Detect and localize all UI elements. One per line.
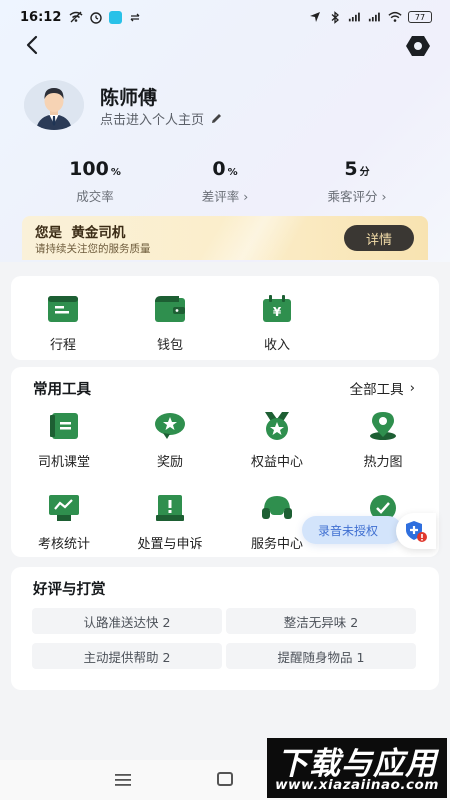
- recording-unauthorized-pill[interactable]: 录音未授权: [302, 516, 402, 544]
- watermark-url: www.xiazaiinao.com: [275, 777, 439, 793]
- details-button[interactable]: 详情: [344, 225, 414, 251]
- chevron-right-icon: ›: [243, 189, 249, 204]
- quick-action-label: 收入: [263, 338, 290, 353]
- location-icon: [308, 11, 322, 23]
- tools-title: 常用工具: [33, 382, 91, 398]
- appeal-icon: [153, 493, 187, 523]
- status-bar: 16:12 77: [0, 0, 450, 34]
- review-tag: 整洁无异味 2: [226, 608, 416, 634]
- chevron-left-icon: [26, 35, 38, 55]
- wallet-icon: [153, 294, 187, 324]
- stat-value: 5: [344, 158, 358, 180]
- chevron-right-icon: ›: [409, 380, 415, 396]
- stat-label: 成交率: [76, 189, 114, 204]
- stat-passenger-rating[interactable]: 5分 乘客评分 ›: [282, 158, 432, 205]
- all-tools-label: 全部工具: [349, 382, 404, 398]
- benefits-icon: [260, 411, 294, 441]
- stat-value: 100: [69, 158, 109, 180]
- tool-heatmap[interactable]: 热力图: [333, 411, 433, 470]
- bluetooth-icon: [328, 10, 342, 24]
- tool-label: 处置与申诉: [137, 537, 203, 552]
- stat-unit: %: [227, 167, 238, 178]
- gold-driver-banner: 您是 黄金司机 请持续关注您的服务质量 详情: [22, 216, 428, 260]
- stat-label: 差评率: [201, 189, 240, 204]
- quick-action-trip[interactable]: 行程: [13, 294, 113, 353]
- driver-avatar-icon: [24, 80, 84, 130]
- stat-unit: 分: [359, 167, 370, 178]
- battery-level: 77: [414, 12, 426, 22]
- reward-icon: [153, 411, 187, 441]
- driver-name: 陈师傅: [100, 87, 158, 109]
- gold-banner-title: 您是 黄金司机: [35, 225, 126, 241]
- review-tag: 主动提供帮助 2: [32, 643, 222, 669]
- tool-label: 热力图: [363, 455, 403, 470]
- stat-bad-review-rate[interactable]: 0% 差评率 ›: [150, 158, 300, 205]
- app-notification-icon: [109, 10, 123, 24]
- quick-actions-card: 行程 钱包 ¥ 收入: [11, 276, 439, 360]
- signal-icon-1: [348, 11, 362, 23]
- tool-reward[interactable]: 奖励: [120, 411, 220, 470]
- gear-icon: [406, 36, 430, 56]
- reviews-title: 好评与打赏: [33, 582, 106, 598]
- stat-completion-rate: 100% 成交率: [20, 158, 170, 205]
- review-tag: 认路准送达快 2: [32, 608, 222, 634]
- menu-icon: [115, 774, 131, 786]
- heatmap-icon: [366, 411, 400, 441]
- quick-action-label: 行程: [49, 338, 76, 353]
- settings-button[interactable]: [404, 33, 432, 59]
- wifi-off-icon: [69, 11, 83, 23]
- tool-appeal[interactable]: 处置与申诉: [120, 493, 220, 552]
- stats-row: 100% 成交率 0% 差评率 › 5分 乘客评分 ›: [0, 158, 450, 206]
- tool-assessment-stats[interactable]: 考核统计: [14, 493, 114, 552]
- stat-value: 0: [212, 158, 226, 180]
- stat-unit: %: [110, 167, 121, 178]
- profile-link[interactable]: 点击进入个人主页: [100, 109, 223, 128]
- edit-pencil-icon: [212, 114, 222, 123]
- wifi-icon: [388, 11, 402, 23]
- back-button[interactable]: [20, 33, 44, 57]
- home-button[interactable]: [217, 772, 233, 786]
- svg-text:¥: ¥: [273, 305, 282, 319]
- tool-label: 司机课堂: [37, 455, 90, 470]
- trip-icon: [46, 294, 80, 324]
- signal-icon-2: [368, 11, 382, 23]
- safety-shield-button[interactable]: [396, 513, 436, 549]
- profile-link-text: 点击进入个人主页: [100, 113, 205, 128]
- quick-action-wallet[interactable]: 钱包: [120, 294, 220, 353]
- avatar[interactable]: [24, 80, 84, 130]
- tool-label: 考核统计: [37, 537, 90, 552]
- quick-action-income[interactable]: ¥ 收入: [227, 294, 327, 353]
- recording-label: 录音未授权: [318, 523, 379, 538]
- income-icon: ¥: [260, 294, 294, 324]
- review-tag: 提醒随身物品 1: [226, 643, 416, 669]
- chevron-right-icon: ›: [381, 189, 387, 204]
- tool-benefits-center[interactable]: 权益中心: [227, 411, 327, 470]
- gold-banner-subtitle: 请持续关注您的服务质量: [35, 243, 151, 255]
- status-time: 16:12: [20, 9, 62, 25]
- watermark-logo: 下载与应用 www.xiazaiinao.com: [267, 738, 447, 798]
- service-icon: [260, 493, 294, 523]
- data-transfer-icon: [128, 11, 142, 23]
- quick-action-label: 钱包: [156, 338, 183, 353]
- classroom-icon: [47, 411, 81, 441]
- stat-label: 乘客评分: [327, 189, 378, 204]
- battery-icon: 77: [408, 11, 432, 23]
- reviews-card: 好评与打赏 认路准送达快 2 整洁无异味 2 主动提供帮助 2 提醒随身物品 1: [11, 567, 439, 690]
- tool-label: 权益中心: [250, 455, 303, 470]
- menu-button[interactable]: [114, 772, 132, 786]
- shield-icon: [406, 521, 427, 542]
- tool-label: 奖励: [156, 455, 183, 470]
- assessment-icon: [47, 493, 81, 523]
- all-tools-link[interactable]: 全部工具 ›: [350, 378, 415, 398]
- alarm-icon: [89, 11, 103, 24]
- tool-driver-classroom[interactable]: 司机课堂: [14, 411, 114, 470]
